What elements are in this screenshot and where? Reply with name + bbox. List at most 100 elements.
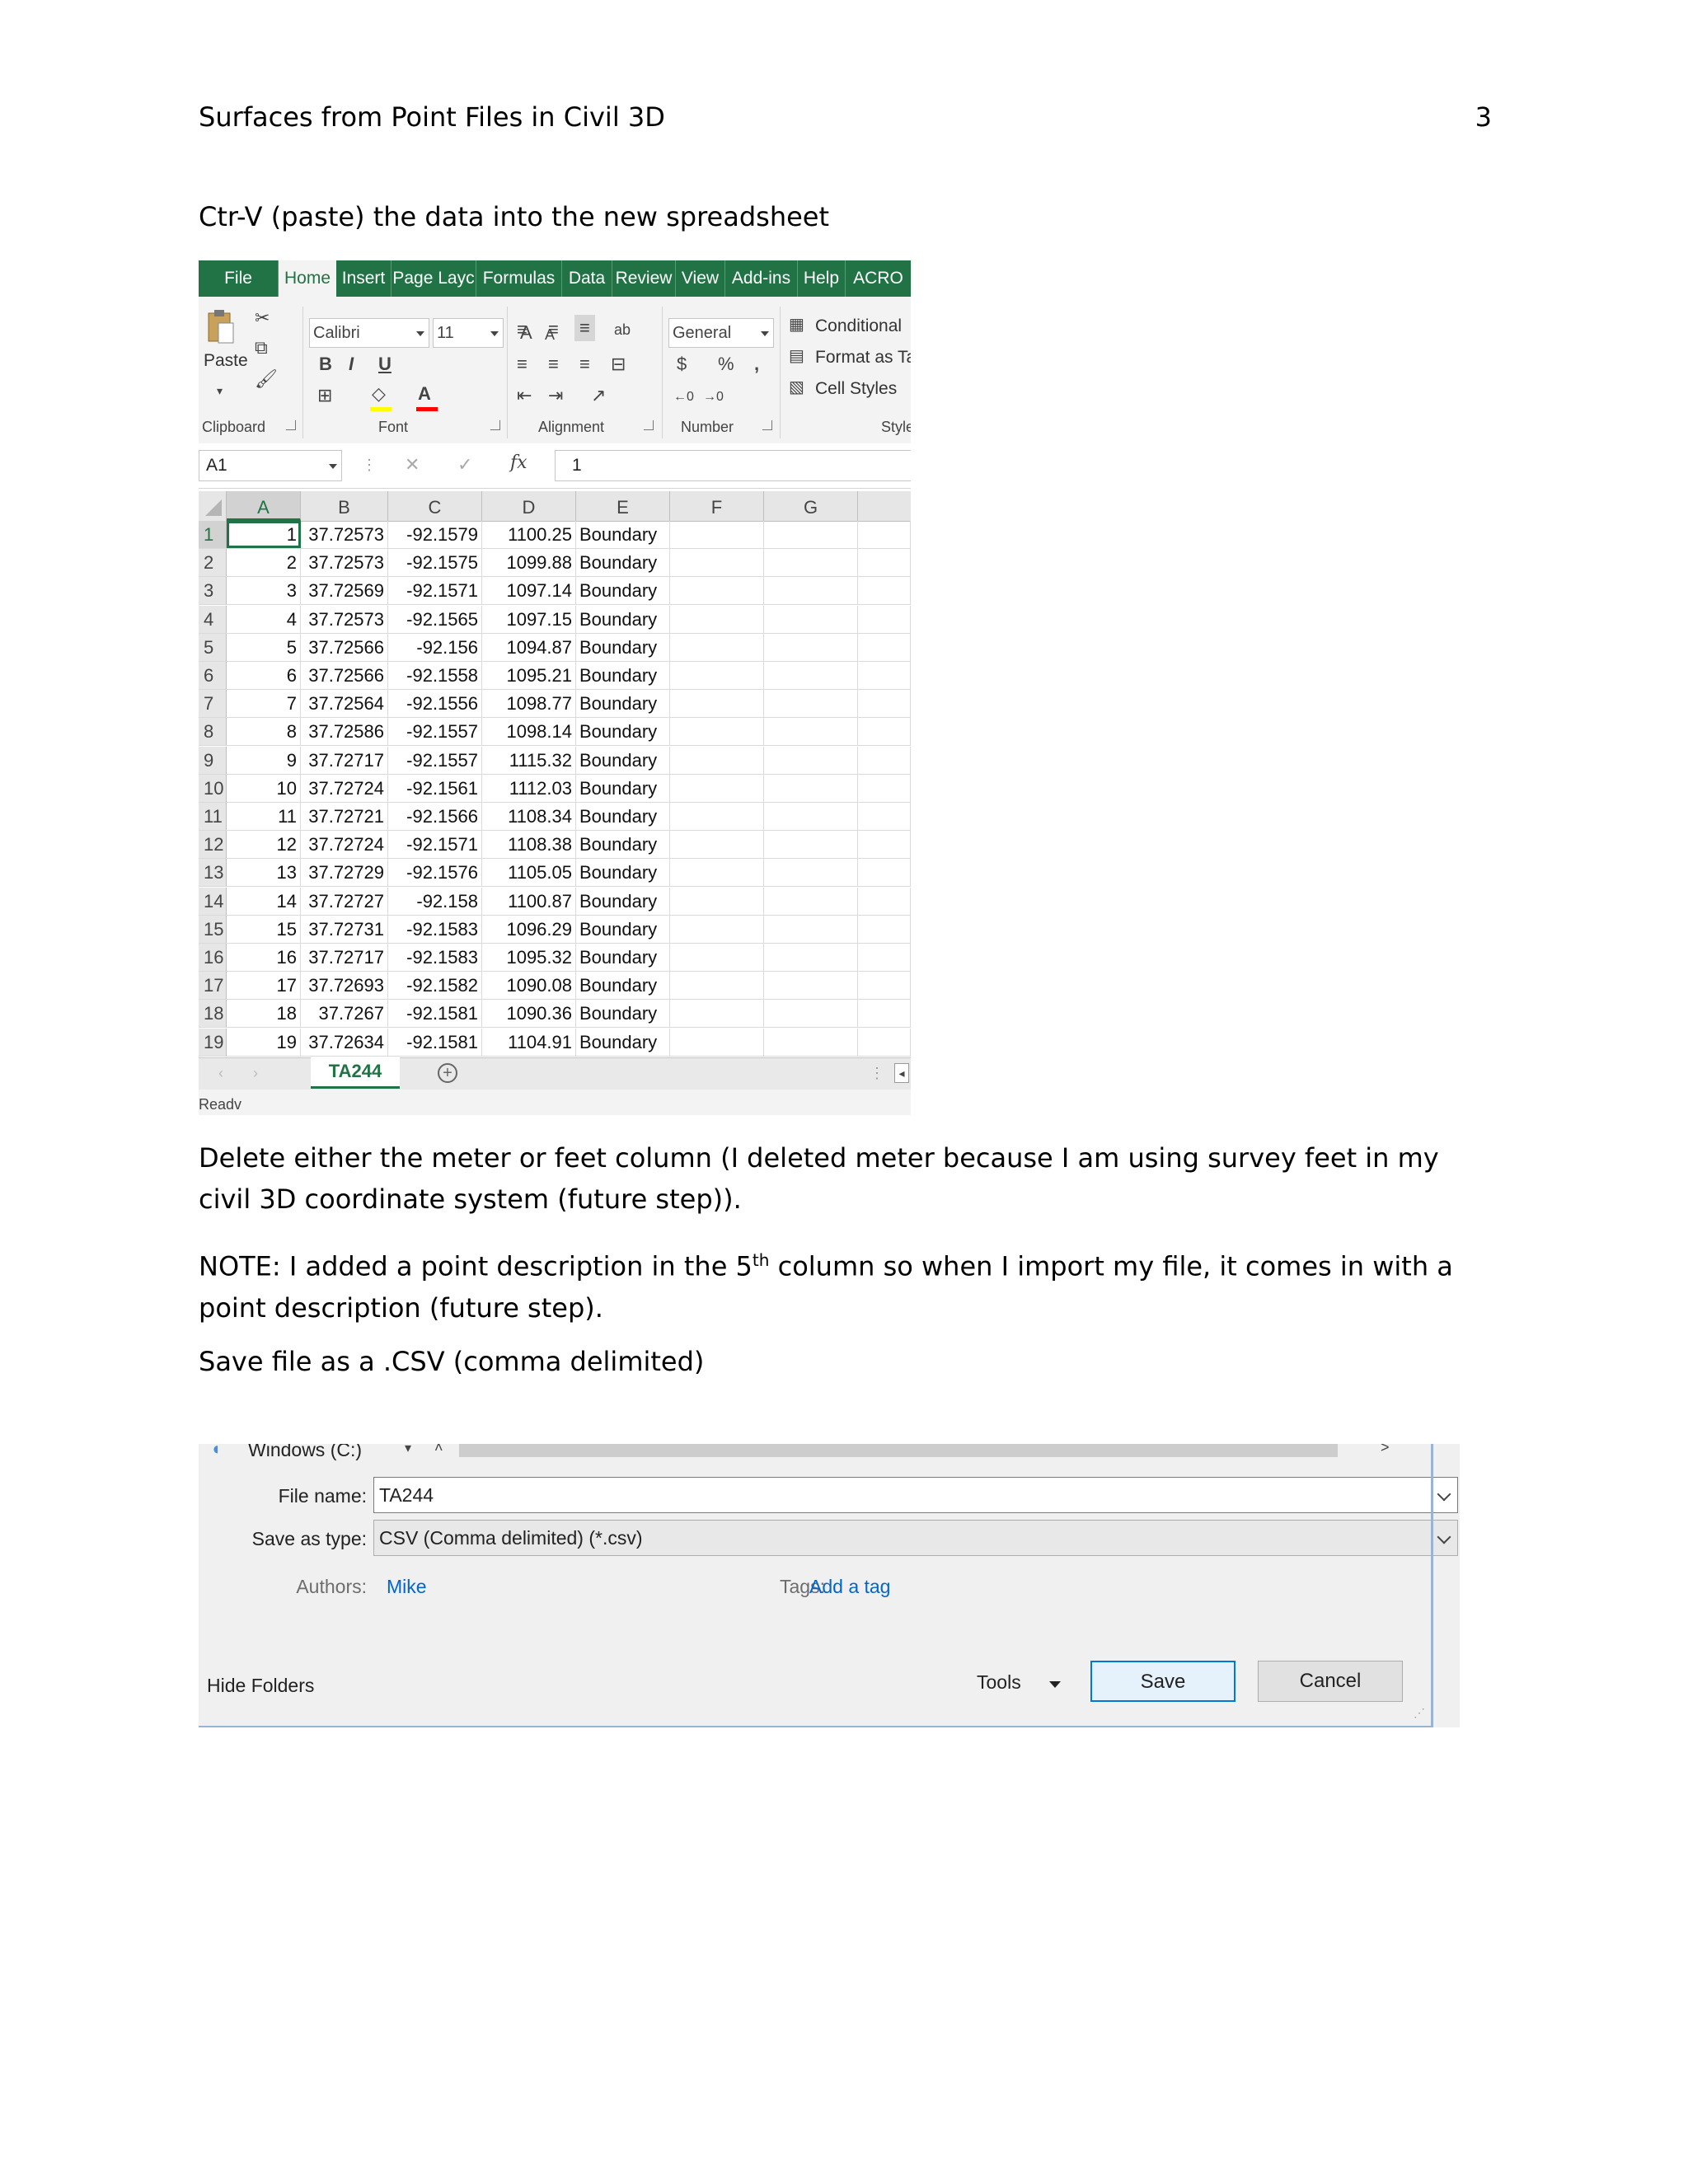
row-header[interactable]: 3 [199, 577, 227, 605]
cell-g[interactable] [764, 1000, 858, 1028]
cell-c[interactable]: -92.1576 [388, 859, 482, 887]
cell-f[interactable] [670, 521, 764, 548]
number-format-select[interactable]: General [668, 318, 774, 348]
tab-acrobat[interactable]: ACRO [846, 260, 911, 297]
cell-a[interactable]: 15 [227, 915, 301, 943]
cell-f[interactable] [670, 887, 764, 915]
cell-g[interactable] [764, 887, 858, 915]
cell-f[interactable] [670, 972, 764, 1000]
cell-d[interactable]: 1108.38 [482, 831, 576, 859]
clipboard-launcher-icon[interactable] [286, 420, 296, 430]
alignment-launcher-icon[interactable] [644, 420, 654, 430]
cell-a[interactable]: 19 [227, 1028, 301, 1056]
merge-center-icon[interactable]: ⊟ [611, 354, 626, 374]
format-painter-icon[interactable]: 🖌 [255, 369, 278, 389]
tab-page-layout[interactable]: Page Layc [392, 260, 476, 297]
cell-f[interactable] [670, 944, 764, 971]
align-center-icon[interactable]: ≡ [548, 354, 559, 374]
cancel-entry-icon[interactable]: ✕ [405, 455, 420, 475]
underline-icon[interactable]: U [378, 354, 392, 374]
cell-c[interactable]: -92.1581 [388, 1000, 482, 1028]
cell-c[interactable]: -92.1571 [388, 831, 482, 859]
row-header[interactable]: 4 [199, 605, 227, 633]
cell-b[interactable]: 37.72569 [301, 577, 388, 605]
cell-g[interactable] [764, 577, 858, 605]
cell-h[interactable] [858, 577, 911, 605]
font-size-select[interactable]: 11 [433, 318, 504, 348]
tab-help[interactable]: Help [798, 260, 846, 297]
conditional-formatting-label[interactable]: Conditional [815, 316, 902, 336]
cell-f[interactable] [670, 1028, 764, 1056]
cell-f[interactable] [670, 746, 764, 774]
cell-a[interactable]: 14 [227, 887, 301, 915]
cell-a[interactable]: 7 [227, 690, 301, 718]
cell-h[interactable] [858, 1028, 911, 1056]
increase-indent-icon[interactable]: ⇥ [548, 386, 563, 405]
cell-c[interactable]: -92.1561 [388, 774, 482, 802]
copy-icon[interactable]: ⧉ [255, 338, 268, 358]
cell-c[interactable]: -92.1582 [388, 972, 482, 1000]
cell-e[interactable]: Boundary [576, 605, 670, 633]
cell-c[interactable]: -92.1579 [388, 521, 482, 548]
cell-c[interactable]: -92.1557 [388, 718, 482, 746]
paste-dropdown-icon[interactable]: ▾ [217, 381, 223, 401]
cell-a[interactable]: 4 [227, 605, 301, 633]
cell-b[interactable]: 37.72721 [301, 803, 388, 830]
row-header[interactable]: 16 [199, 944, 227, 971]
cell-e[interactable]: Boundary [576, 633, 670, 661]
tab-add-ins[interactable]: Add-ins [725, 260, 798, 297]
cell-f[interactable] [670, 690, 764, 718]
cell-g[interactable] [764, 605, 858, 633]
cell-g[interactable] [764, 831, 858, 859]
save-as-type-select[interactable]: CSV (Comma delimited) (*.csv) [373, 1520, 1458, 1556]
add-sheet-icon[interactable]: + [438, 1063, 457, 1083]
cell-b[interactable]: 37.72693 [301, 972, 388, 1000]
cell-b[interactable]: 37.72731 [301, 915, 388, 943]
cell-e[interactable]: Boundary [576, 1028, 670, 1056]
row-header[interactable]: 2 [199, 549, 227, 577]
cell-e[interactable]: Boundary [576, 746, 670, 774]
file-name-input[interactable]: TA244 [373, 1477, 1458, 1513]
format-as-table-icon[interactable]: ▤ [789, 346, 804, 366]
cell-styles-label[interactable]: Cell Styles [815, 379, 897, 399]
cell-c[interactable]: -92.1581 [388, 1028, 482, 1056]
cell-e[interactable]: Boundary [576, 662, 670, 689]
cell-e[interactable]: Boundary [576, 831, 670, 859]
wrap-text-icon[interactable]: ab [614, 320, 631, 340]
cell-f[interactable] [670, 803, 764, 830]
cell-d[interactable]: 1105.05 [482, 859, 576, 887]
row-header[interactable]: 17 [199, 972, 227, 1000]
cell-f[interactable] [670, 859, 764, 887]
row-header[interactable]: 10 [199, 774, 227, 802]
cell-a[interactable]: 18 [227, 1000, 301, 1028]
row-header[interactable]: 8 [199, 718, 227, 746]
drive-dropdown-icon[interactable]: ▾ [405, 1444, 411, 1459]
cell-f[interactable] [670, 831, 764, 859]
cell-d[interactable]: 1100.87 [482, 887, 576, 915]
middle-align-icon[interactable]: ≡ [548, 320, 559, 340]
cell-c[interactable]: -92.1583 [388, 944, 482, 971]
align-right-icon[interactable]: ≡ [579, 354, 590, 374]
format-as-table-label[interactable]: Format as Ta [815, 348, 911, 368]
cell-f[interactable] [670, 1000, 764, 1028]
cancel-button[interactable]: Cancel [1258, 1661, 1403, 1702]
cell-h[interactable] [858, 718, 911, 746]
cell-c[interactable]: -92.1558 [388, 662, 482, 689]
cell-b[interactable]: 37.72573 [301, 605, 388, 633]
decrease-decimal-icon[interactable]: →0 [703, 387, 724, 407]
increase-decimal-icon[interactable]: ←0 [673, 387, 694, 407]
cell-a[interactable]: 8 [227, 718, 301, 746]
cell-a[interactable]: 12 [227, 831, 301, 859]
cell-g[interactable] [764, 915, 858, 943]
row-header[interactable]: 18 [199, 1000, 227, 1028]
cell-d[interactable]: 1097.14 [482, 577, 576, 605]
percent-icon[interactable]: % [718, 354, 734, 374]
cell-g[interactable] [764, 633, 858, 661]
tab-file[interactable]: File [199, 260, 279, 297]
row-header[interactable]: 9 [199, 746, 227, 774]
sheet-tab-ta244[interactable]: TA244 [311, 1057, 400, 1089]
cell-c[interactable]: -92.156 [388, 633, 482, 661]
cell-e[interactable]: Boundary [576, 944, 670, 971]
cell-b[interactable]: 37.72573 [301, 521, 388, 548]
scroll-tabs-right-icon[interactable]: › [253, 1063, 258, 1083]
